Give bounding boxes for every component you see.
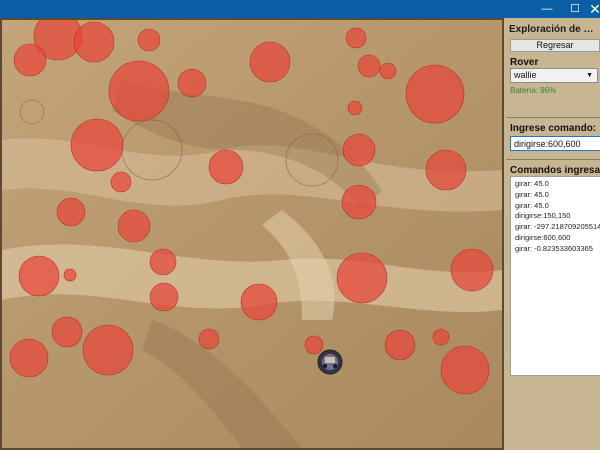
list-item: girar: 45.0 bbox=[515, 179, 549, 188]
obstacle-circle bbox=[249, 41, 291, 83]
obstacle-circle bbox=[149, 282, 179, 312]
obstacle-circle bbox=[149, 248, 177, 276]
obstacle-circle bbox=[425, 149, 467, 191]
obstacle-circle bbox=[13, 43, 47, 77]
chevron-down-icon: ▼ bbox=[586, 72, 593, 79]
list-item: girar: -297.218709205514 bbox=[515, 222, 600, 232]
obstacle-circle bbox=[110, 171, 132, 193]
rover-label: Rover bbox=[510, 57, 539, 68]
obstacle-circle bbox=[347, 100, 363, 116]
obstacle-circle bbox=[440, 345, 490, 395]
command-input[interactable] bbox=[510, 136, 600, 151]
obstacle-circle bbox=[342, 133, 376, 167]
divider bbox=[506, 159, 600, 160]
rover-select-value: wallie bbox=[514, 70, 537, 80]
obstacle-circle bbox=[177, 68, 207, 98]
divider bbox=[506, 117, 600, 118]
close-button[interactable]: ✕ bbox=[580, 0, 600, 18]
obstacle-circle bbox=[73, 21, 115, 63]
list-item: dirigirse:600,600 bbox=[515, 232, 571, 242]
obstacle-circle bbox=[405, 64, 465, 124]
list-item: dirigirse:150,150 bbox=[515, 211, 571, 221]
map-canvas bbox=[2, 20, 502, 448]
obstacle-circle bbox=[345, 27, 367, 49]
obstacle-circle bbox=[304, 335, 324, 355]
obstacle-circle bbox=[51, 316, 83, 348]
obstacle-circle bbox=[117, 209, 151, 243]
obstacle-circle bbox=[9, 338, 49, 378]
obstacle-circle bbox=[208, 149, 244, 185]
obstacle-circle bbox=[450, 248, 494, 292]
minimize-button[interactable]: — bbox=[532, 0, 562, 18]
window-title-bar: — ☐ ✕ bbox=[0, 0, 600, 18]
obstacle-circle bbox=[336, 252, 388, 304]
obstacle-circle bbox=[56, 197, 86, 227]
obstacle-circle bbox=[357, 54, 381, 78]
obstacle-circle bbox=[108, 60, 170, 122]
obstacle-circle bbox=[18, 255, 60, 297]
obstacle-circle bbox=[240, 283, 278, 321]
mars-map[interactable] bbox=[0, 18, 504, 450]
command-label: Ingrese comando: bbox=[510, 123, 597, 134]
back-button[interactable]: Regresar bbox=[510, 39, 600, 52]
rover-icon[interactable] bbox=[317, 349, 343, 375]
list-item: girar: 45.0 bbox=[515, 200, 549, 210]
control-panel: Exploración de Rov... Regresar Rover wal… bbox=[504, 18, 600, 450]
battery-status: Batería: 96% bbox=[510, 86, 557, 95]
obstacle-circle bbox=[379, 62, 397, 80]
obstacle-circle bbox=[198, 328, 220, 350]
list-item: girar: 45.0 bbox=[515, 189, 549, 199]
commands-label: Comandos ingresados: bbox=[510, 165, 600, 176]
panel-title: Exploración de Rov... bbox=[509, 24, 599, 35]
obstacle-circle bbox=[384, 329, 416, 361]
obstacle-circle bbox=[63, 268, 77, 282]
list-item: girar: -0.823533603365 bbox=[515, 243, 593, 253]
obstacle-circle bbox=[432, 328, 450, 346]
commands-list[interactable]: girar: 45.0 girar: 45.0 girar: 45.0 diri… bbox=[510, 176, 600, 376]
rover-select[interactable]: wallie ▼ bbox=[510, 68, 598, 83]
obstacle-circle bbox=[82, 324, 134, 376]
obstacle-circle bbox=[70, 118, 124, 172]
obstacle-circle bbox=[341, 184, 377, 220]
obstacle-circle bbox=[137, 28, 161, 52]
